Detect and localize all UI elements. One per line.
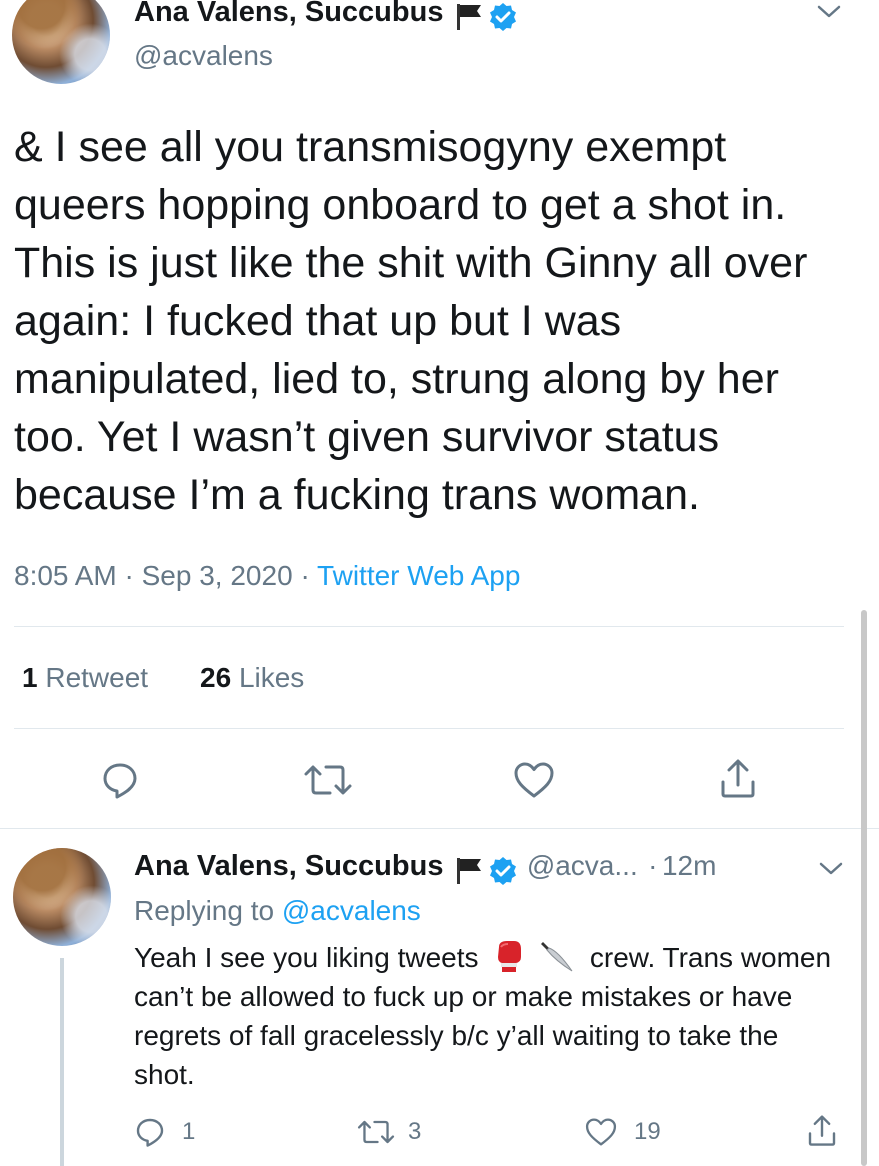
share-icon	[808, 1115, 836, 1146]
chevron-down-icon[interactable]	[818, 861, 844, 877]
replying-handle[interactable]: @acvalens	[282, 895, 421, 926]
reply-age[interactable]: 12m	[662, 850, 716, 881]
replying-prefix: Replying to	[134, 895, 275, 926]
black-flag-icon	[456, 3, 481, 30]
retweet-count: 3	[408, 1118, 422, 1145]
scrollbar[interactable]	[861, 610, 867, 1166]
author-handle[interactable]: @acvalens	[134, 40, 273, 72]
tweet-date[interactable]: Sep 3, 2020	[142, 560, 293, 591]
share-icon	[721, 759, 755, 798]
reply-author-name[interactable]: Ana Valens, Succubus	[134, 850, 443, 882]
retweet-button[interactable]	[300, 758, 356, 802]
tweet-source[interactable]: Twitter Web App	[317, 560, 520, 591]
share-button[interactable]	[716, 756, 760, 802]
replying-to: Replying to @acvalens	[134, 895, 421, 927]
tweet-meta: 8:05 AM · Sep 3, 2020 · Twitter Web App	[14, 560, 520, 592]
likes-stat[interactable]: 26 Likes	[200, 662, 304, 694]
separator: ·	[648, 850, 658, 881]
reply-avatar[interactable]	[13, 848, 111, 946]
separator: ·	[124, 560, 134, 591]
reply-author-handle[interactable]: @acva...	[527, 850, 638, 881]
retweet-icon	[304, 765, 352, 795]
likes-label: Likes	[238, 662, 305, 693]
knife-icon	[541, 942, 573, 972]
divider	[0, 828, 879, 829]
tweet-time[interactable]: 8:05 AM	[14, 560, 117, 591]
reply-text-start: Yeah I see you liking tweets	[134, 942, 479, 973]
likes-count: 26	[200, 662, 232, 693]
like-icon	[585, 1118, 617, 1146]
black-flag-icon	[456, 857, 481, 884]
reply-icon	[103, 763, 137, 799]
reply-button[interactable]	[98, 758, 142, 802]
reply-reply-button[interactable]: 1	[134, 1114, 214, 1150]
reply-retweet-button[interactable]: 3	[356, 1114, 446, 1150]
reply-count: 1	[182, 1118, 196, 1145]
like-icon	[514, 762, 554, 798]
tweet-text: & I see all you transmisogyny exempt que…	[14, 123, 808, 519]
author-name[interactable]: Ana Valens, Succubus	[134, 0, 443, 28]
divider	[14, 626, 844, 627]
reply-author[interactable]: Ana Valens, Succubus @acva... · 12m	[134, 850, 716, 886]
tweet-author[interactable]: Ana Valens, Succubus	[134, 0, 518, 32]
divider	[14, 728, 844, 729]
retweet-icon	[357, 1120, 395, 1144]
like-button[interactable]	[510, 758, 558, 802]
verified-badge-icon	[490, 856, 517, 885]
retweets-label: Retweet	[45, 662, 149, 693]
retweets-count: 1	[22, 662, 38, 693]
thread-line	[60, 958, 64, 1166]
chevron-down-icon[interactable]	[816, 4, 842, 20]
retweets-stat[interactable]: 1 Retweet	[22, 662, 148, 694]
reply-share-button[interactable]	[804, 1112, 840, 1150]
reply-like-button[interactable]: 19	[584, 1114, 684, 1150]
like-count: 19	[634, 1118, 661, 1145]
boxing-glove-icon	[498, 941, 522, 972]
reply-text: Yeah I see you liking tweets crew. Trans…	[134, 938, 846, 1094]
verified-badge-icon	[490, 2, 517, 31]
separator: ·	[300, 560, 310, 591]
reply-icon	[136, 1118, 164, 1147]
avatar[interactable]	[12, 0, 110, 84]
